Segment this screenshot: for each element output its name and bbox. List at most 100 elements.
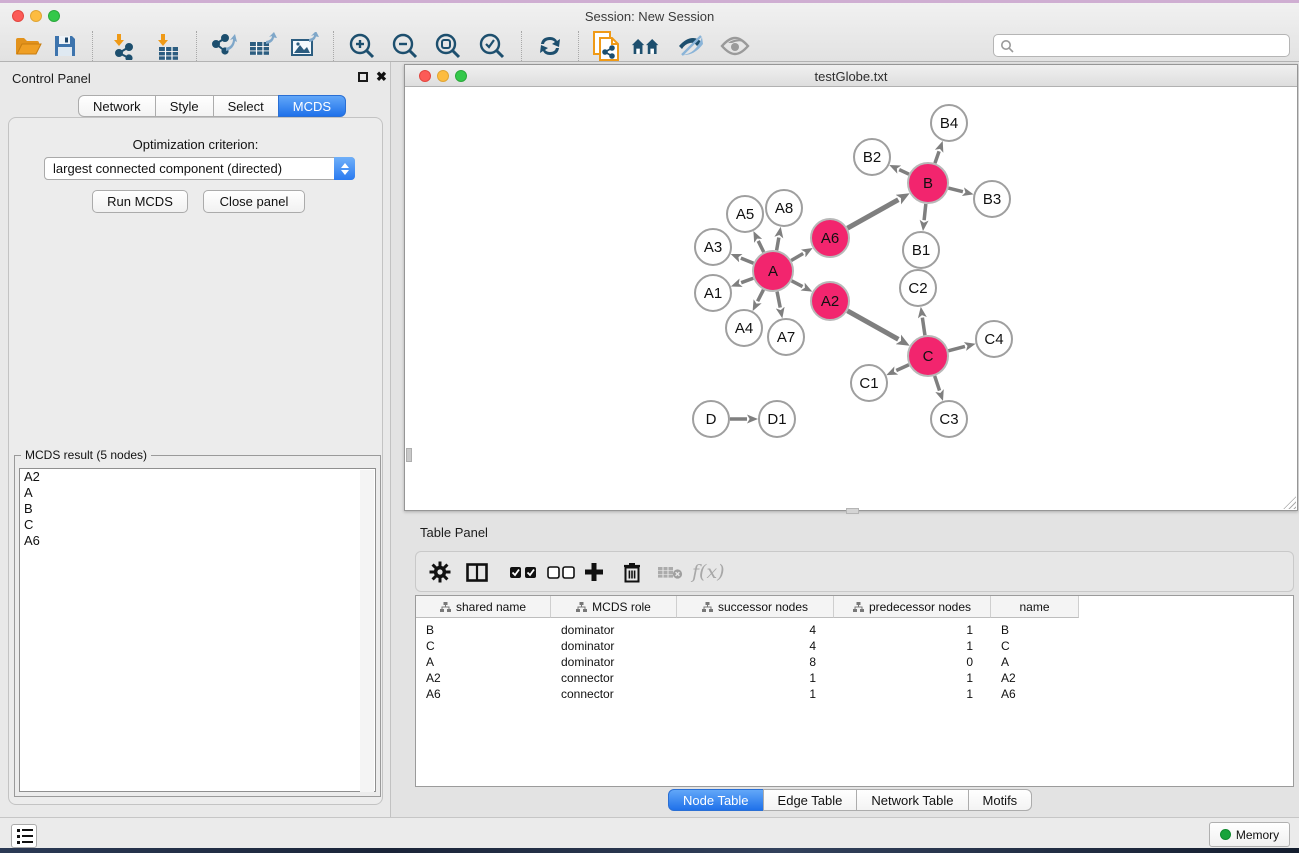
list-item[interactable]: A2 <box>20 469 375 485</box>
graph-node[interactable]: A7 <box>768 319 804 355</box>
save-session-button[interactable] <box>50 30 80 62</box>
list-item[interactable]: C <box>20 517 375 533</box>
graph-edge[interactable] <box>935 376 940 391</box>
graph-edge[interactable] <box>792 281 803 287</box>
table-cell[interactable]: 4 <box>677 638 834 654</box>
table-cell[interactable]: 4 <box>677 622 834 638</box>
graph-node[interactable]: C2 <box>900 270 936 306</box>
table-cell[interactable]: 1 <box>834 686 991 702</box>
graph-node[interactable]: A4 <box>726 310 762 346</box>
table-row[interactable]: A2connector11A2 <box>416 670 1079 686</box>
function-builder-button[interactable]: f(x) <box>692 556 725 588</box>
select-all-button[interactable] <box>509 556 537 588</box>
list-item[interactable]: A <box>20 485 375 501</box>
memory-button[interactable]: Memory <box>1209 822 1290 847</box>
table-cell[interactable]: 1 <box>677 670 834 686</box>
zoom-out-button[interactable] <box>390 30 420 62</box>
table-cell[interactable]: dominator <box>551 638 677 654</box>
first-neighbors-button[interactable] <box>631 30 661 62</box>
graph-edge[interactable] <box>899 170 909 175</box>
zoom-in-button[interactable] <box>347 30 377 62</box>
table-cell[interactable]: B <box>416 622 551 638</box>
table-cell[interactable]: A <box>416 654 551 670</box>
tab-edge-table[interactable]: Edge Table <box>763 789 858 811</box>
optimization-criterion-dropdown[interactable]: largest connected component (directed) <box>44 157 355 180</box>
float-panel-icon[interactable] <box>358 72 368 82</box>
delete-columns-button[interactable] <box>623 556 641 588</box>
graph-edge[interactable] <box>847 311 898 340</box>
graph-node[interactable]: A <box>753 251 793 291</box>
table-header-cell[interactable]: successor nodes <box>677 596 834 618</box>
network-window-titlebar[interactable]: testGlobe.txt <box>405 65 1297 87</box>
graph-edge[interactable] <box>758 290 764 302</box>
table-cell[interactable]: A <box>991 654 1079 670</box>
import-table-button[interactable] <box>150 30 180 62</box>
graph-edge[interactable] <box>777 238 779 251</box>
table-cell[interactable]: B <box>991 622 1079 638</box>
table-cell[interactable]: connector <box>551 686 677 702</box>
graph-node[interactable]: B2 <box>854 139 890 175</box>
table-row[interactable]: Adominator80A <box>416 654 1079 670</box>
new-network-from-selection-button[interactable] <box>592 30 622 62</box>
graph-edge[interactable] <box>777 292 780 308</box>
zoom-selected-button[interactable] <box>477 30 507 62</box>
export-network-button[interactable] <box>208 30 238 62</box>
delete-table-button[interactable] <box>657 556 683 588</box>
graph-edge[interactable] <box>741 278 753 282</box>
tab-mcds[interactable]: MCDS <box>278 95 346 117</box>
graph-node[interactable]: C <box>908 336 948 376</box>
graph-node[interactable]: A8 <box>766 190 802 226</box>
table-cell[interactable]: 1 <box>834 638 991 654</box>
graph-node[interactable]: A5 <box>727 196 763 232</box>
table-cell[interactable]: A2 <box>416 670 551 686</box>
deselect-all-button[interactable] <box>547 556 575 588</box>
search-field[interactable] <box>993 34 1290 57</box>
graph-edge[interactable] <box>948 346 965 350</box>
tab-network[interactable]: Network <box>78 95 156 117</box>
graph-edge[interactable] <box>935 151 939 163</box>
hide-selected-button[interactable] <box>676 30 706 62</box>
graph-edge[interactable] <box>758 241 764 252</box>
graph-edge[interactable] <box>924 204 926 220</box>
table-cell[interactable]: A2 <box>991 670 1079 686</box>
list-item[interactable]: B <box>20 501 375 517</box>
list-scrollbar[interactable] <box>360 470 374 792</box>
table-cell[interactable]: 1 <box>834 622 991 638</box>
list-item[interactable]: A6 <box>20 533 375 549</box>
graph-edge[interactable] <box>922 318 925 336</box>
graph-edge[interactable] <box>741 258 754 263</box>
table-cell[interactable]: dominator <box>551 622 677 638</box>
table-header-cell[interactable]: MCDS role <box>551 596 677 618</box>
export-table-button[interactable] <box>248 30 278 62</box>
graph-node[interactable]: A3 <box>695 229 731 265</box>
task-history-button[interactable] <box>11 824 37 848</box>
table-row[interactable]: Bdominator41B <box>416 622 1079 638</box>
graph-edge[interactable] <box>896 365 909 371</box>
table-header-cell[interactable]: predecessor nodes <box>834 596 991 618</box>
network-canvas[interactable]: AA1A3A4A5A7A8A6A2BB1B2B3B4CC1C2C3C4DD1 <box>405 87 1297 510</box>
import-network-button[interactable] <box>106 30 136 62</box>
show-all-button[interactable] <box>720 30 750 62</box>
tab-select[interactable]: Select <box>213 95 279 117</box>
table-cell[interactable]: A6 <box>991 686 1079 702</box>
create-column-button[interactable] <box>584 556 604 588</box>
table-cell[interactable]: 1 <box>834 670 991 686</box>
canvas-vertical-scrollbar[interactable] <box>406 448 412 462</box>
table-cell[interactable]: C <box>416 638 551 654</box>
graph-node[interactable]: A1 <box>695 275 731 311</box>
mcds-result-list[interactable]: A2ABCA6 <box>19 468 376 792</box>
table-cell[interactable]: C <box>991 638 1079 654</box>
table-cell[interactable]: dominator <box>551 654 677 670</box>
table-header-cell[interactable]: name <box>991 596 1079 618</box>
run-mcds-button[interactable]: Run MCDS <box>92 190 188 213</box>
graph-node[interactable]: D <box>693 401 729 437</box>
open-session-button[interactable] <box>13 30 43 62</box>
show-columns-button[interactable] <box>466 556 488 588</box>
close-panel-icon[interactable]: ✖ <box>376 72 387 82</box>
tab-motifs[interactable]: Motifs <box>968 789 1033 811</box>
graph-node[interactable]: B4 <box>931 105 967 141</box>
table-cell[interactable]: A6 <box>416 686 551 702</box>
table-cell[interactable]: 0 <box>834 654 991 670</box>
table-row[interactable]: A6connector11A6 <box>416 686 1079 702</box>
table-header-cell[interactable]: shared name <box>416 596 551 618</box>
